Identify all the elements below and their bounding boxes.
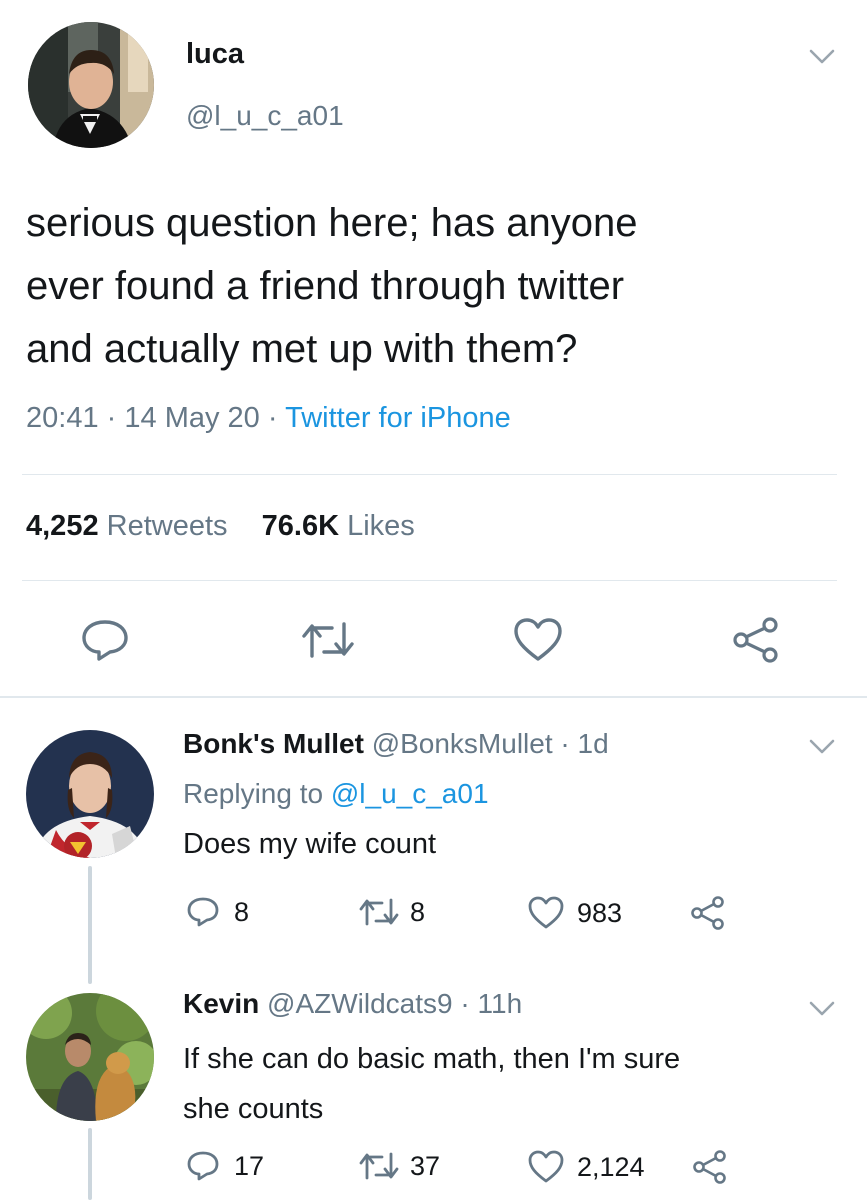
meta-separator: · (267, 402, 278, 434)
reply-text: If she can do basic math, then I'm sure … (183, 1034, 680, 1134)
reply-handle[interactable]: @AZWildcats9 (267, 988, 453, 1019)
reply-action-like[interactable]: 2,124 (527, 1150, 645, 1184)
author-avatar[interactable] (28, 22, 154, 148)
reply-display-name[interactable]: Kevin (183, 988, 259, 1019)
reply-handle[interactable]: @BonksMullet (372, 728, 553, 759)
tweet-date[interactable]: 14 May 20 (124, 402, 259, 434)
reply-age[interactable]: 11h (478, 988, 523, 1019)
tweet-meta: 20:41 · 14 May 20 · Twitter for iPhone (26, 402, 511, 435)
likes-label: Likes (347, 510, 415, 542)
tweet-source-link[interactable]: Twitter for iPhone (285, 402, 511, 434)
reply-display-name[interactable]: Bonk's Mullet (183, 728, 364, 759)
tweet-text-line: and actually met up with them? (26, 327, 578, 371)
reply-age[interactable]: 1d (578, 728, 609, 759)
reply-action-like[interactable]: 983 (527, 896, 622, 930)
reply-action-reply[interactable]: 17 (186, 1150, 264, 1182)
divider (22, 474, 837, 475)
meta-separator: · (460, 988, 470, 1019)
share-icon[interactable] (692, 1150, 728, 1184)
meta-separator: · (106, 402, 117, 434)
share-icon[interactable] (690, 896, 726, 930)
author-handle[interactable]: @l_u_c_a01 (186, 100, 344, 132)
share-icon[interactable] (732, 617, 780, 663)
retweet-count: 37 (410, 1150, 441, 1181)
chevron-down-icon[interactable] (808, 738, 836, 756)
heart-icon (527, 1150, 565, 1184)
retweets-label: Retweets (106, 510, 228, 542)
author-display-name[interactable]: luca (186, 38, 244, 71)
tweet-text-line: serious question here; has anyone (26, 201, 638, 245)
chevron-down-icon[interactable] (808, 1000, 836, 1018)
meta-separator: · (560, 728, 570, 759)
reply-text: Does my wife count (183, 828, 437, 860)
chevron-down-icon[interactable] (808, 48, 836, 66)
retweet-icon (358, 896, 400, 928)
replying-to-prefix: Replying to (183, 778, 324, 809)
reply-action-retweet[interactable]: 8 (358, 896, 425, 928)
tweet-stats: 4,252 Retweets 76.6K Likes (26, 510, 415, 543)
likes-count: 76.6K (261, 510, 340, 542)
section-divider (0, 696, 867, 698)
retweets-count: 4,252 (26, 510, 99, 542)
replying-to-handle[interactable]: @l_u_c_a01 (331, 778, 489, 809)
likes-stat[interactable]: 76.6K Likes (262, 510, 415, 542)
thread-connector (88, 866, 92, 984)
reply-avatar[interactable] (26, 730, 154, 858)
replying-to: Replying to @l_u_c_a01 (183, 778, 489, 810)
reply-action-retweet[interactable]: 37 (358, 1150, 440, 1182)
retweets-stat[interactable]: 4,252 Retweets (26, 510, 236, 542)
reply-icon[interactable] (80, 618, 130, 662)
reply-action-reply[interactable]: 8 (186, 896, 249, 928)
heart-icon (527, 896, 565, 930)
tweet-text-line: ever found a friend through twitter (26, 264, 625, 308)
reply-text-line: If she can do basic math, then I'm sure (183, 1043, 681, 1075)
retweet-count: 8 (410, 896, 426, 927)
like-count: 983 (577, 897, 623, 928)
reply-count: 17 (234, 1150, 265, 1181)
reply-header: Kevin @AZWildcats9 · 11h (183, 988, 522, 1020)
thread-connector (88, 1128, 92, 1200)
tweet-time[interactable]: 20:41 (26, 402, 99, 434)
divider (22, 580, 837, 581)
retweet-icon[interactable] (300, 620, 356, 660)
reply-icon (186, 1150, 220, 1182)
like-count: 2,124 (577, 1151, 645, 1182)
heart-icon[interactable] (513, 617, 563, 663)
reply-text-line: she counts (183, 1093, 324, 1125)
reply-icon (186, 896, 220, 928)
reply-count: 8 (234, 896, 250, 927)
tweet-text: serious question here; has anyone ever f… (26, 192, 638, 381)
retweet-icon (358, 1150, 400, 1182)
reply-header: Bonk's Mullet @BonksMullet · 1d (183, 728, 609, 760)
reply-avatar[interactable] (26, 993, 154, 1121)
